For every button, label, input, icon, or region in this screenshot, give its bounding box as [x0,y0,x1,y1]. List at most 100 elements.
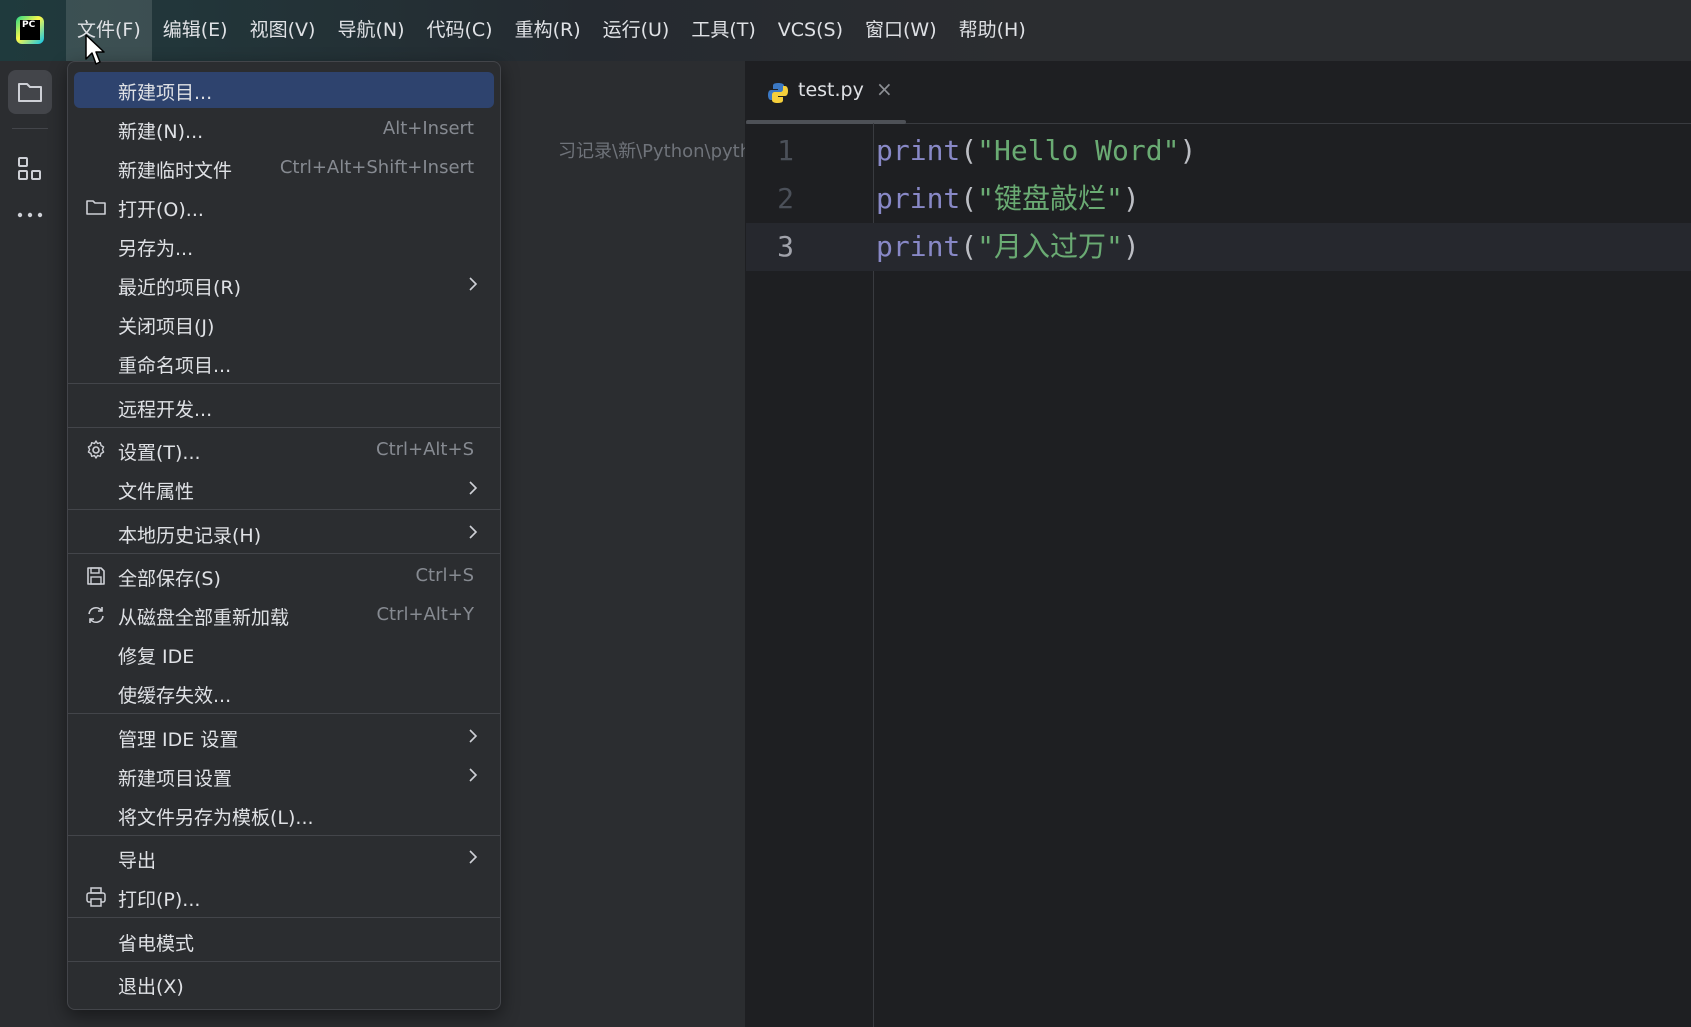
menu-item-repair-ide[interactable]: 修复 IDE [74,636,494,672]
code-string: "月入过万" [977,230,1123,263]
code-line-1[interactable]: 1 print("Hello Word") [746,127,1691,175]
menu-item-label: 重命名项目... [118,355,232,377]
code-keyword: print [876,134,961,167]
menu-item-local-history[interactable]: 本地历史记录(H) [74,515,494,551]
menu-refactor[interactable]: 重构(R) [504,0,592,61]
menu-item-print[interactable]: 打印(P)... [74,879,494,915]
menu-edit[interactable]: 编辑(E) [152,0,239,61]
menu-item-label: 打开(O)... [118,199,204,221]
code-paren-close: ) [1179,134,1197,167]
menu-item-new-scratch-file[interactable]: 新建临时文件 Ctrl+Alt+Shift+Insert [74,150,494,186]
menu-separator [68,553,500,554]
menu-item-save-as[interactable]: 另存为... [74,228,494,264]
menu-item-recent-projects[interactable]: 最近的项目(R) [74,267,494,303]
menu-separator [68,713,500,714]
menu-item-shortcut: Ctrl+Alt+Y [376,604,474,625]
code-string: "键盘敲烂" [977,182,1123,215]
code-paren-close: ) [1122,182,1140,215]
tab-close-icon[interactable]: × [876,77,893,101]
chevron-right-icon [469,729,478,743]
menu-window[interactable]: 窗口(W) [854,0,948,61]
code-keyword: print [876,182,961,215]
chevron-right-icon [469,525,478,539]
menu-vcs[interactable]: VCS(S) [767,0,854,61]
menu-separator [68,961,500,962]
tab-test-py[interactable]: test.py × [746,61,906,124]
code-line-2[interactable]: 2 print("键盘敲烂") [746,175,1691,223]
menu-item-label: 新建临时文件 [118,160,233,182]
title-bar: PC 文件(F) 编辑(E) 视图(V) 导航(N) 代码(C) 重构(R) 运… [0,0,1691,61]
menu-item-invalidate-caches[interactable]: 使缓存失效... [74,675,494,711]
menu-item-remote-development[interactable]: 远程开发... [74,389,494,425]
more-icon[interactable] [16,209,44,221]
menu-item-new-project[interactable]: 新建项目... [74,72,494,108]
code-text: print("月入过万") [876,223,1140,271]
menu-item-label: 修复 IDE [118,646,195,668]
menu-item-exit[interactable]: 退出(X) [74,966,494,1002]
strip-divider [12,128,48,129]
menu-separator [68,917,500,918]
menu-item-label: 最近的项目(R) [118,277,242,299]
code-paren-open: ( [960,230,978,263]
menu-item-open[interactable]: 打开(O)... [74,189,494,225]
main-menu-bar: 文件(F) 编辑(E) 视图(V) 导航(N) 代码(C) 重构(R) 运行(U… [66,0,1037,61]
menu-item-shortcut: Alt+Insert [382,118,474,139]
menu-code[interactable]: 代码(C) [415,0,503,61]
menu-tools[interactable]: 工具(T) [680,0,766,61]
gear-icon [87,440,105,459]
code-paren-open: ( [960,134,978,167]
menu-item-settings[interactable]: 设置(T)... Ctrl+Alt+S [74,432,494,468]
menu-separator [68,835,500,836]
project-path-text: 习记录\新\Python\python-le [558,141,745,162]
menu-item-label: 另存为... [118,238,194,260]
menu-item-label: 新建项目设置 [118,768,233,790]
menu-item-label: 远程开发... [118,399,213,421]
tab-active-indicator [746,120,906,124]
code-keyword: print [876,230,961,263]
line-number: 3 [777,230,794,263]
menu-file[interactable]: 文件(F) [66,0,152,61]
menu-item-rename-project[interactable]: 重命名项目... [74,345,494,381]
menu-separator [68,509,500,510]
chevron-right-icon [469,768,478,782]
menu-item-close-project[interactable]: 关闭项目(J) [74,306,494,342]
menu-item-export[interactable]: 导出 [74,840,494,876]
menu-separator [68,427,500,428]
project-tool-button[interactable] [8,70,52,114]
menu-item-new-project-settings[interactable]: 新建项目设置 [74,758,494,794]
menu-item-shortcut: Ctrl+Alt+S [376,439,474,460]
menu-item-save-all[interactable]: 全部保存(S) Ctrl+S [74,558,494,594]
menu-item-label: 本地历史记录(H) [118,525,262,547]
menu-help[interactable]: 帮助(H) [948,0,1037,61]
editor[interactable]: test.py × 1 print("Hello Word") 2 print(… [746,61,1691,1027]
menu-item-label: 打印(P)... [118,889,201,911]
menu-item-reload-all[interactable]: 从磁盘全部重新加载 Ctrl+Alt+Y [74,597,494,633]
menu-item-label: 设置(T)... [118,442,201,464]
code-line-3[interactable]: 3 print("月入过万") [746,223,1691,271]
menu-item-file-properties[interactable]: 文件属性 [74,471,494,507]
structure-icon[interactable] [16,155,44,183]
menu-navigate[interactable]: 导航(N) [326,0,415,61]
save-icon [87,567,105,585]
reload-icon [88,606,104,624]
code-paren-close: ) [1122,230,1140,263]
mouse-cursor-icon [85,34,105,65]
python-file-icon [768,83,788,103]
menu-item-label: 管理 IDE 设置 [118,729,239,751]
folder-icon [18,83,42,102]
menu-run[interactable]: 运行(U) [592,0,681,61]
menu-item-new[interactable]: 新建(N)... Alt+Insert [74,111,494,147]
menu-item-label: 退出(X) [118,976,184,998]
menu-separator [68,383,500,384]
menu-view[interactable]: 视图(V) [239,0,327,61]
menu-item-power-save-mode[interactable]: 省电模式 [74,923,494,959]
menu-item-label: 省电模式 [118,933,195,955]
pycharm-logo-icon[interactable]: PC [16,16,44,44]
folder-icon [86,200,106,215]
code-text: print("Hello Word") [876,127,1196,175]
menu-item-save-as-template[interactable]: 将文件另存为模板(L)... [74,797,494,833]
menu-item-manage-ide-settings[interactable]: 管理 IDE 设置 [74,719,494,755]
menu-item-label: 从磁盘全部重新加载 [118,607,290,629]
menu-item-shortcut: Ctrl+Alt+Shift+Insert [279,157,474,178]
printer-icon [86,887,106,907]
